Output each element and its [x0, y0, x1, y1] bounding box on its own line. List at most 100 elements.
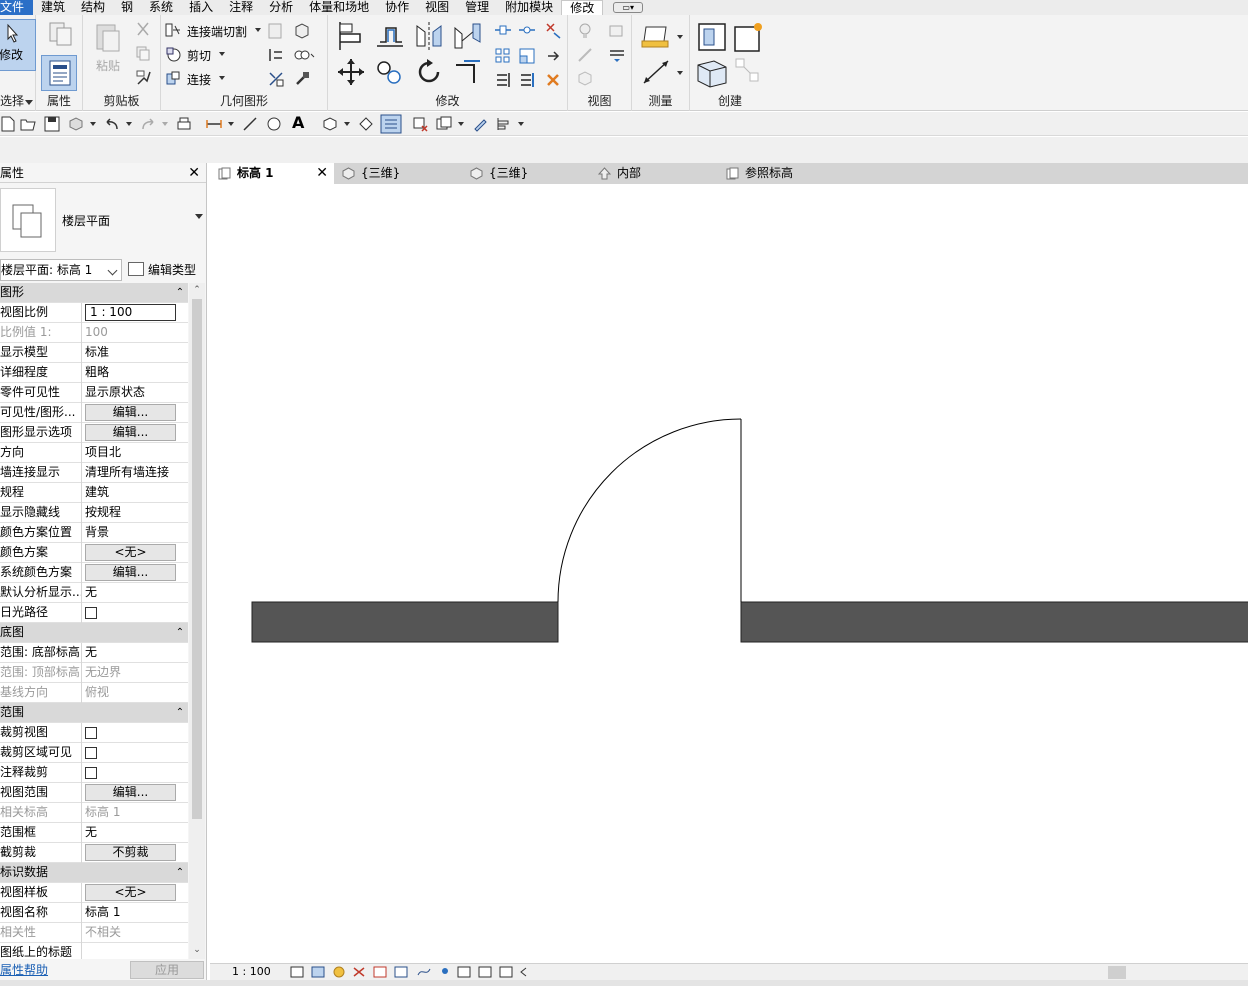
trim-extend-corner-icon[interactable] [452, 57, 482, 87]
view-tab[interactable]: {三维} [462, 163, 590, 184]
redo-icon[interactable] [140, 116, 156, 132]
split-gap-icon[interactable] [544, 21, 562, 39]
view-scale-field[interactable]: 1 : 100 [85, 304, 176, 321]
property-value[interactable]: 编辑... [82, 423, 188, 443]
new-file-icon[interactable] [0, 116, 16, 132]
dimension-dropdown-icon[interactable] [677, 71, 683, 75]
properties-help-link[interactable]: 属性帮助 [0, 961, 48, 978]
dimension-qat-dropdown-icon[interactable] [228, 122, 234, 126]
create-assembly-icon[interactable] [696, 21, 728, 53]
text-tool-icon[interactable]: A [292, 114, 304, 132]
view-tab[interactable]: 标高 1 ✕ [210, 163, 334, 184]
3d-view-dropdown-icon[interactable] [344, 122, 350, 126]
property-value[interactable]: 无 [82, 643, 188, 663]
measure-qat-icon[interactable] [242, 116, 258, 132]
property-value[interactable]: 无 [82, 823, 188, 843]
property-value[interactable] [82, 723, 188, 743]
property-value[interactable]: <无> [82, 883, 188, 903]
ribbon-tab-4[interactable]: 系统 [141, 0, 181, 15]
property-value[interactable]: <无> [82, 543, 188, 563]
cut-scissors-icon[interactable] [135, 21, 151, 37]
view-scale[interactable]: 1 : 100 [232, 965, 271, 978]
line-pattern-icon[interactable] [608, 46, 626, 64]
property-value[interactable] [82, 743, 188, 763]
property-value[interactable]: 无 [82, 583, 188, 603]
property-checkbox[interactable] [85, 607, 97, 619]
tag-qat-icon[interactable] [266, 116, 282, 132]
scroll-down-icon[interactable]: ⌄ [192, 945, 202, 957]
type-properties-icon[interactable] [48, 21, 74, 47]
offset-icon[interactable] [374, 20, 406, 52]
beam-join-icon[interactable] [267, 46, 285, 64]
type-selector[interactable]: 楼层平面 [0, 184, 207, 257]
cut-join-label[interactable]: 连接端切割 [187, 23, 247, 40]
trim-extend-single-icon[interactable] [494, 71, 512, 89]
property-value[interactable]: 粗略 [82, 363, 188, 383]
demolish-icon[interactable] [267, 70, 285, 88]
property-edit-button[interactable]: 编辑... [85, 564, 176, 581]
shadows-icon[interactable] [353, 967, 365, 977]
override-graphics-icon[interactable] [608, 22, 626, 40]
property-checkbox[interactable] [85, 747, 97, 759]
redo-dropdown-icon[interactable] [162, 122, 168, 126]
property-edit-button[interactable]: 不剪裁 [85, 844, 176, 861]
sync-icon[interactable] [68, 116, 84, 132]
create-group-icon[interactable] [694, 57, 730, 89]
hammer-icon[interactable] [293, 70, 311, 88]
close-tab-icon[interactable]: ✕ [316, 163, 328, 184]
join-geometry-icon[interactable] [165, 70, 181, 86]
apply-button[interactable]: 应用 [130, 961, 204, 979]
analytical-model-icon[interactable] [478, 966, 492, 978]
property-value[interactable]: 显示原状态 [82, 383, 188, 403]
mirror-draw-axis-icon[interactable] [452, 20, 484, 52]
close-hidden-windows-icon[interactable] [412, 116, 428, 132]
property-value[interactable]: 背景 [82, 523, 188, 543]
collapse-chevron-icon[interactable]: ⌃ [172, 863, 188, 882]
property-edit-button[interactable]: <无> [85, 544, 176, 561]
measure-dropdown-icon[interactable] [677, 35, 683, 39]
align-qat-icon[interactable] [496, 116, 512, 132]
rotate-icon[interactable] [414, 57, 444, 87]
section-icon[interactable] [358, 116, 374, 132]
print-icon[interactable] [176, 116, 192, 132]
mirror-pick-axis-icon[interactable] [414, 20, 444, 52]
property-value[interactable]: 编辑... [82, 403, 188, 423]
view-tab[interactable]: 内部 [590, 163, 718, 184]
paste-icon[interactable] [93, 21, 123, 53]
property-value[interactable]: 清理所有墙连接 [82, 463, 188, 483]
measure-between-icon[interactable] [640, 21, 672, 49]
property-value[interactable]: 编辑... [82, 783, 188, 803]
view-filter-icon[interactable] [576, 70, 594, 88]
ribbon-tab-1[interactable]: 建筑 [33, 0, 73, 15]
linework-icon[interactable] [576, 46, 594, 64]
property-checkbox[interactable] [85, 767, 97, 779]
paint-icon[interactable] [293, 46, 315, 64]
drawing-canvas[interactable] [210, 184, 1248, 964]
move-small-icon[interactable] [494, 23, 512, 37]
ribbon-tab-13[interactable]: 修改 [561, 0, 604, 15]
show-crop-icon[interactable] [394, 966, 408, 978]
array-icon[interactable] [494, 47, 512, 65]
collapse-chevron-icon[interactable]: ⌃ [172, 283, 188, 302]
pin-icon[interactable] [544, 47, 562, 65]
highlight-displacement-icon[interactable] [499, 966, 513, 978]
trim-extend-multiple-icon[interactable] [518, 71, 536, 89]
horizontal-scroll-thumb[interactable] [1108, 966, 1126, 979]
ribbon-tab-5[interactable]: 插入 [181, 0, 221, 15]
ribbon-minimize-icon[interactable]: ▭▾ [613, 2, 644, 13]
create-similar-icon[interactable] [734, 57, 762, 87]
property-value[interactable]: 标高 1 [82, 903, 188, 923]
property-value[interactable] [82, 763, 188, 783]
collapse-left-icon[interactable] [520, 967, 527, 977]
open-icon[interactable] [20, 116, 36, 132]
move-icon[interactable] [336, 57, 366, 87]
edit-type-button[interactable]: 编辑类型 [128, 259, 196, 281]
paste-label[interactable]: 粘贴 [96, 57, 120, 74]
align-icon[interactable] [336, 20, 366, 52]
hide-in-view-icon[interactable] [576, 22, 594, 40]
switch-windows-icon[interactable] [436, 116, 452, 132]
property-value[interactable]: 1 : 100 [82, 303, 188, 323]
match-properties-icon[interactable] [135, 69, 153, 87]
ribbon-tab-3[interactable]: 钢 [113, 0, 141, 15]
join-dropdown-icon[interactable] [219, 76, 225, 80]
